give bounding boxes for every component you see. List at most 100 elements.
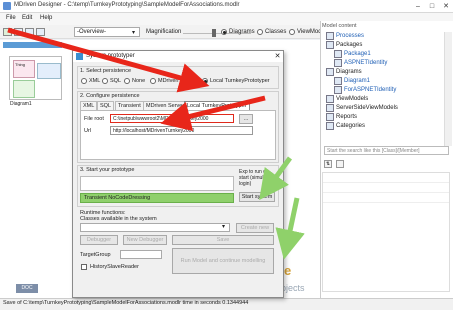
menu-edit[interactable]: Edit bbox=[22, 15, 32, 21]
chevron-down-icon[interactable]: ▾ bbox=[222, 223, 225, 230]
radio-none-label: None bbox=[132, 78, 146, 84]
radio-diagrams[interactable] bbox=[221, 29, 227, 35]
diagram-tab[interactable] bbox=[3, 42, 62, 48]
status-indicator: Transient NoCodeDressing bbox=[80, 193, 234, 203]
tree-item-label: ForASPNETIdentity bbox=[344, 87, 397, 93]
window-close-button[interactable]: ✕ bbox=[439, 0, 453, 13]
radio-local-turnkey-label: Local TurnkeyPrototyper bbox=[210, 78, 270, 84]
tree-node-icon bbox=[334, 86, 342, 94]
maximize-button[interactable]: □ bbox=[425, 0, 439, 13]
radio-xml-label: XML bbox=[89, 78, 101, 84]
classes-select[interactable] bbox=[80, 223, 230, 232]
view-select[interactable]: -Overview- bbox=[74, 27, 140, 37]
radio-none[interactable] bbox=[124, 78, 130, 84]
history-slave-reader-checkbox[interactable] bbox=[81, 264, 87, 270]
exp-note: Exp to run on start (simulate login) bbox=[239, 169, 271, 187]
tree-node-icon bbox=[326, 68, 334, 76]
tree-item-label: ServerSideViewModels bbox=[336, 105, 398, 111]
radio-sql[interactable] bbox=[102, 78, 108, 84]
tree-item[interactable]: Packages bbox=[326, 41, 362, 49]
property-grid-divider bbox=[323, 182, 449, 183]
file-root-input[interactable]: C:\inetpub\wwwroot2\MDrivenTurnkey2000 bbox=[110, 114, 234, 123]
thumb-class-title: Thing bbox=[15, 62, 26, 67]
target-group-input[interactable] bbox=[120, 250, 162, 259]
exp-textarea[interactable] bbox=[80, 176, 234, 191]
run-model-button[interactable]: Run Model and continue modelling bbox=[172, 248, 274, 274]
browse-button[interactable]: ... bbox=[239, 114, 253, 124]
tree-item[interactable]: ASPNETIdentity bbox=[334, 59, 387, 67]
menu-help[interactable]: Help bbox=[40, 15, 52, 21]
save-button[interactable]: Save bbox=[172, 235, 274, 245]
new-debugger-button[interactable]: New Debugger bbox=[123, 235, 167, 245]
radio-viewmode[interactable] bbox=[289, 29, 295, 35]
thumb-class-box: Thing bbox=[13, 60, 35, 78]
radio-classes[interactable] bbox=[257, 29, 263, 35]
tree-node-icon bbox=[334, 77, 342, 85]
model-panel-header: Model content bbox=[322, 23, 357, 29]
open-icon[interactable] bbox=[3, 28, 12, 36]
tree-item-label: Diagrams bbox=[336, 69, 362, 75]
thumb-class-box-2 bbox=[37, 63, 61, 79]
tree-item-label: ASPNETIdentity bbox=[344, 60, 388, 66]
tree-item[interactable]: Diagram1 bbox=[334, 77, 370, 85]
tree-item[interactable]: Package1 bbox=[334, 50, 371, 58]
menu-file[interactable]: File bbox=[6, 15, 16, 21]
radio-diagrams-label: Diagrams bbox=[229, 29, 255, 35]
thumb-class-box-3 bbox=[13, 80, 35, 98]
radio-sql-label: SQL bbox=[110, 78, 122, 84]
tool-icon[interactable] bbox=[25, 28, 34, 36]
tree-node-icon bbox=[326, 95, 334, 103]
magnification-slider-thumb[interactable] bbox=[212, 29, 216, 37]
start-system-button[interactable]: Start system bbox=[239, 192, 275, 202]
tree-scrollbar[interactable] bbox=[444, 32, 452, 146]
tab-xml[interactable]: XML bbox=[80, 101, 98, 110]
magnification-label: Magnification bbox=[146, 29, 182, 35]
tab-sql[interactable]: SQL bbox=[97, 101, 115, 110]
tab-transient[interactable]: Transient bbox=[115, 101, 144, 110]
tool2-icon[interactable] bbox=[36, 28, 45, 36]
app-icon bbox=[3, 2, 11, 10]
create-new-button[interactable]: Create new bbox=[236, 223, 274, 233]
file-root-label: File root bbox=[84, 116, 104, 122]
tree-item[interactable]: ForASPNETIdentity bbox=[334, 86, 396, 94]
tree-node-icon bbox=[326, 113, 334, 121]
list-icon[interactable] bbox=[336, 160, 344, 168]
radio-xml[interactable] bbox=[81, 78, 87, 84]
history-slave-reader-label: HistorySlaveReader bbox=[90, 264, 139, 270]
status-text: Save of C:\temp\TurnkeyPrototyping\Sampl… bbox=[3, 300, 249, 306]
diagram-thumbnail[interactable]: Thing bbox=[9, 56, 62, 100]
tree-node-icon bbox=[326, 122, 334, 130]
tree-node-icon bbox=[334, 50, 342, 58]
radio-mdriven-server[interactable] bbox=[150, 78, 156, 84]
doc-badge[interactable]: DOC bbox=[16, 284, 38, 293]
background-logo-text: e bbox=[284, 263, 292, 278]
radio-classes-label: Classes bbox=[265, 29, 287, 35]
dialog-close-button[interactable]: ✕ bbox=[272, 51, 283, 62]
tree-item[interactable]: Processes bbox=[326, 32, 364, 40]
tree-node-icon bbox=[326, 41, 334, 49]
tree-item-label: Reports bbox=[336, 114, 358, 120]
property-grid[interactable] bbox=[322, 172, 450, 292]
save-icon[interactable] bbox=[14, 28, 23, 36]
url-input[interactable]: http://localhost/MDrivenTurnkey2000 bbox=[110, 126, 253, 135]
tree-item[interactable]: Diagrams bbox=[326, 68, 362, 76]
tree-node-icon bbox=[326, 104, 334, 112]
debugger-button[interactable]: Debugger bbox=[80, 235, 118, 245]
target-group-label: TargetGroup bbox=[80, 252, 111, 258]
sort-icon[interactable]: ⇅ bbox=[324, 160, 332, 168]
model-search-input[interactable]: Start the search like this [Class]/[Memb… bbox=[324, 146, 449, 155]
minimize-button[interactable]: – bbox=[411, 0, 425, 13]
section3-label: 3. Start your prototype bbox=[80, 167, 135, 173]
property-grid-divider bbox=[323, 202, 449, 203]
tree-item[interactable]: Categories bbox=[326, 122, 365, 130]
tree-item[interactable]: ViewModels bbox=[326, 95, 368, 103]
window-title: MDriven Designer - C:\temp\TurnkeyProtot… bbox=[14, 2, 240, 8]
chevron-down-icon[interactable]: ▾ bbox=[132, 29, 135, 36]
tree-item-label: Diagram1 bbox=[344, 78, 371, 84]
radio-local-turnkey[interactable] bbox=[202, 78, 208, 84]
tree-item[interactable]: ServerSideViewModels bbox=[326, 104, 398, 112]
tab-mdriven-server[interactable]: MDriven Server bbox=[143, 101, 188, 110]
tree-node-icon bbox=[334, 59, 342, 67]
tab-local-turnkey[interactable]: Local TurnkeyPrototyper bbox=[184, 101, 250, 110]
tree-item[interactable]: Reports bbox=[326, 113, 357, 121]
